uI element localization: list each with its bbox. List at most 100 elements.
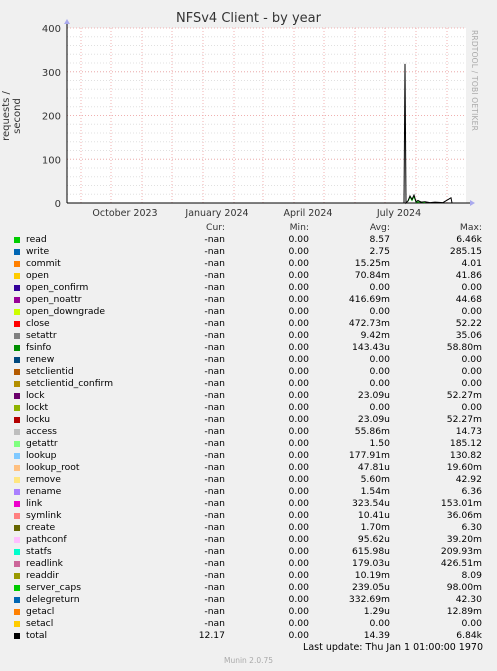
legend-header: Cur: Min: Avg: Max: <box>13 222 491 234</box>
legend-swatch <box>14 357 20 363</box>
legend-max: 19.60m <box>446 462 482 473</box>
rrdtool-watermark: RRDTOOL / TOBI OETIKER <box>470 30 479 131</box>
legend-row-open_downgrade: open_downgrade -nan 0.00 0.00 0.00 <box>13 306 491 318</box>
legend-swatch <box>14 381 20 387</box>
legend: Cur: Min: Avg: Max: read -nan 0.00 8.57 6.46… <box>13 222 491 642</box>
legend-swatch <box>14 321 20 327</box>
legend-min: 0.00 <box>288 342 309 353</box>
legend-max: 0.00 <box>461 354 482 365</box>
legend-series-name: getacl <box>26 606 55 617</box>
legend-cur: -nan <box>204 258 225 269</box>
legend-min: 0.00 <box>288 462 309 473</box>
x-tick-label: July 2024 <box>376 208 421 219</box>
legend-swatch <box>14 477 20 483</box>
legend-avg: 0.00 <box>369 402 390 413</box>
y-tick-label: 100 <box>42 155 61 166</box>
legend-max: 52.22 <box>455 318 482 329</box>
legend-min: 0.00 <box>288 498 309 509</box>
legend-max: 8.09 <box>461 570 482 581</box>
legend-swatch <box>14 441 20 447</box>
legend-series-name: readdir <box>26 570 59 581</box>
legend-series-name: readlink <box>26 558 63 569</box>
legend-min: 0.00 <box>288 258 309 269</box>
legend-swatch <box>14 237 20 243</box>
legend-avg: 47.81u <box>357 462 390 473</box>
legend-avg: 0.00 <box>369 306 390 317</box>
legend-max: 52.27m <box>446 390 482 401</box>
legend-min: 0.00 <box>288 558 309 569</box>
legend-row-lookup: lookup -nan 0.00 177.91m 130.82 <box>13 450 491 462</box>
legend-avg: 10.41u <box>357 510 390 521</box>
legend-row-open_noattr: open_noattr -nan 0.00 416.69m 44.68 <box>13 294 491 306</box>
legend-row-getattr: getattr -nan 0.00 1.50 185.12 <box>13 438 491 450</box>
legend-cur: -nan <box>204 450 225 461</box>
legend-min: 0.00 <box>288 318 309 329</box>
legend-cur: -nan <box>204 522 225 533</box>
legend-min: 0.00 <box>288 246 309 257</box>
legend-swatch <box>14 561 20 567</box>
legend-row-server_caps: server_caps -nan 0.00 239.05u 98.00m <box>13 582 491 594</box>
legend-max: 35.06 <box>455 330 482 341</box>
legend-min: 0.00 <box>288 618 309 629</box>
legend-min: 0.00 <box>288 594 309 605</box>
legend-cur: -nan <box>204 330 225 341</box>
legend-row-lock: lock -nan 0.00 23.09u 52.27m <box>13 390 491 402</box>
legend-row-readlink: readlink -nan 0.00 179.03u 426.51m <box>13 558 491 570</box>
legend-swatch <box>14 489 20 495</box>
legend-max: 39.20m <box>446 534 482 545</box>
legend-cur: -nan <box>204 426 225 437</box>
legend-swatch <box>14 573 20 579</box>
legend-max: 52.27m <box>446 414 482 425</box>
legend-min: 0.00 <box>288 378 309 389</box>
legend-series-name: link <box>26 498 43 509</box>
legend-max: 36.06m <box>446 510 482 521</box>
legend-avg: 143.43u <box>352 342 390 353</box>
legend-avg: 332.69m <box>348 594 390 605</box>
legend-avg: 0.00 <box>369 378 390 389</box>
legend-swatch <box>14 393 20 399</box>
legend-cur: -nan <box>204 582 225 593</box>
legend-avg: 14.39 <box>363 630 390 641</box>
legend-series-name: getattr <box>26 438 58 449</box>
legend-cur: -nan <box>204 234 225 245</box>
legend-max: 0.00 <box>461 282 482 293</box>
legend-max: 14.73 <box>455 426 482 437</box>
legend-swatch <box>14 501 20 507</box>
legend-max: 0.00 <box>461 378 482 389</box>
legend-series-name: remove <box>26 474 61 485</box>
legend-max: 0.00 <box>461 402 482 413</box>
legend-row-readdir: readdir -nan 0.00 10.19m 8.09 <box>13 570 491 582</box>
legend-max: 6.30 <box>461 522 482 533</box>
legend-min: 0.00 <box>288 606 309 617</box>
legend-min: 0.00 <box>288 426 309 437</box>
legend-series-name: lock <box>26 390 45 401</box>
chart-title: NFSv4 Client - by year <box>176 11 321 26</box>
legend-min: 0.00 <box>288 270 309 281</box>
legend-cur: 12.17 <box>198 630 225 641</box>
legend-avg: 615.98u <box>352 546 390 557</box>
legend-series-name: close <box>26 318 50 329</box>
legend-row-setclientid: setclientid -nan 0.00 0.00 0.00 <box>13 366 491 378</box>
legend-swatch <box>14 429 20 435</box>
legend-row-commit: commit -nan 0.00 15.25m 4.01 <box>13 258 491 270</box>
legend-max: 4.01 <box>461 258 482 269</box>
legend-min: 0.00 <box>288 522 309 533</box>
legend-avg: 2.75 <box>369 246 390 257</box>
legend-series-name: create <box>26 522 56 533</box>
legend-row-statfs: statfs -nan 0.00 615.98u 209.93m <box>13 546 491 558</box>
legend-min: 0.00 <box>288 306 309 317</box>
legend-min: 0.00 <box>288 474 309 485</box>
y-tick-label: 300 <box>42 68 61 79</box>
legend-swatch <box>14 345 20 351</box>
legend-min: 0.00 <box>288 534 309 545</box>
legend-cur: -nan <box>204 414 225 425</box>
legend-avg: 10.19m <box>354 570 390 581</box>
x-axis-arrow <box>470 200 475 206</box>
legend-avg: 1.29u <box>363 606 390 617</box>
legend-row-write: write -nan 0.00 2.75 285.15 <box>13 246 491 258</box>
legend-swatch <box>14 465 20 471</box>
legend-avg: 23.09u <box>357 414 390 425</box>
legend-series-name: symlink <box>26 510 62 521</box>
legend-swatch <box>14 405 20 411</box>
legend-swatch <box>14 537 20 543</box>
